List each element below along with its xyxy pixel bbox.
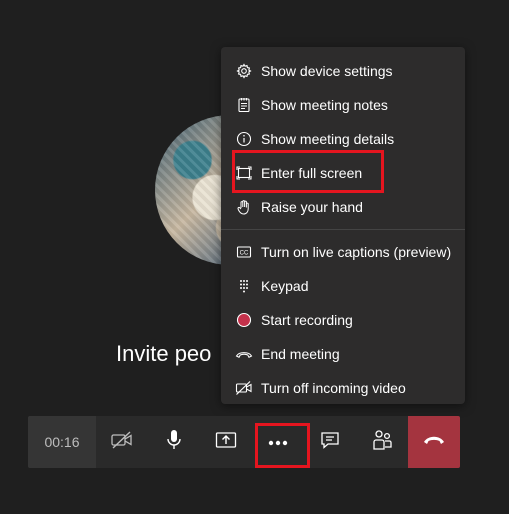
menu-item-keypad[interactable]: Keypad [221, 269, 465, 303]
record-icon [235, 311, 253, 329]
video-off-icon [235, 379, 253, 397]
menu-item-label: Show meeting details [261, 131, 395, 147]
menu-item-label: Enter full screen [261, 165, 363, 181]
svg-text:CC: CC [240, 251, 249, 257]
participants-icon [371, 429, 393, 456]
captions-icon: CC [235, 243, 253, 261]
hand-icon [235, 198, 253, 216]
menu-item-label: Show device settings [261, 63, 393, 79]
hang-up-icon [422, 433, 446, 452]
participants-button[interactable] [356, 416, 408, 468]
call-timer: 00:16 [28, 416, 96, 468]
menu-item-end-meeting[interactable]: End meeting [221, 337, 465, 371]
chat-icon [320, 430, 340, 455]
more-options-button[interactable] [252, 416, 304, 468]
menu-item-label: Start recording [261, 312, 353, 328]
menu-item-label: Turn off incoming video [261, 380, 406, 396]
camera-toggle-button[interactable] [96, 416, 148, 468]
menu-item-label: Show meeting notes [261, 97, 388, 113]
meeting-stage: Invite peo Show device settings Show mee… [0, 0, 509, 514]
menu-item-raise-hand[interactable]: Raise your hand [221, 190, 465, 224]
menu-item-start-recording[interactable]: Start recording [221, 303, 465, 337]
menu-item-meeting-details[interactable]: Show meeting details [221, 122, 465, 156]
fullscreen-icon [235, 164, 253, 182]
info-icon [235, 130, 253, 148]
menu-item-label: Raise your hand [261, 199, 363, 215]
share-screen-icon [215, 430, 237, 455]
menu-item-live-captions[interactable]: CC Turn on live captions (preview) [221, 235, 465, 269]
call-toolbar: 00:16 [28, 416, 460, 468]
notes-icon [235, 96, 253, 114]
end-meeting-icon [235, 345, 253, 363]
chat-button[interactable] [304, 416, 356, 468]
more-options-menu: Show device settings Show meeting notes … [221, 47, 465, 404]
invite-people-text: Invite peo [116, 341, 212, 366]
menu-divider [221, 229, 465, 230]
gear-icon [235, 62, 253, 80]
microphone-button[interactable] [148, 416, 200, 468]
keypad-icon [235, 277, 253, 295]
hang-up-button[interactable] [408, 416, 460, 468]
menu-item-label: End meeting [261, 346, 340, 362]
camera-off-icon [111, 430, 133, 454]
more-options-icon [267, 433, 289, 451]
menu-item-label: Keypad [261, 278, 309, 294]
microphone-icon [165, 429, 183, 456]
menu-item-meeting-notes[interactable]: Show meeting notes [221, 88, 465, 122]
menu-item-incoming-video[interactable]: Turn off incoming video [221, 371, 465, 405]
menu-item-device-settings[interactable]: Show device settings [221, 54, 465, 88]
menu-item-full-screen[interactable]: Enter full screen [221, 156, 465, 190]
menu-item-label: Turn on live captions (preview) [261, 244, 452, 260]
share-screen-button[interactable] [200, 416, 252, 468]
